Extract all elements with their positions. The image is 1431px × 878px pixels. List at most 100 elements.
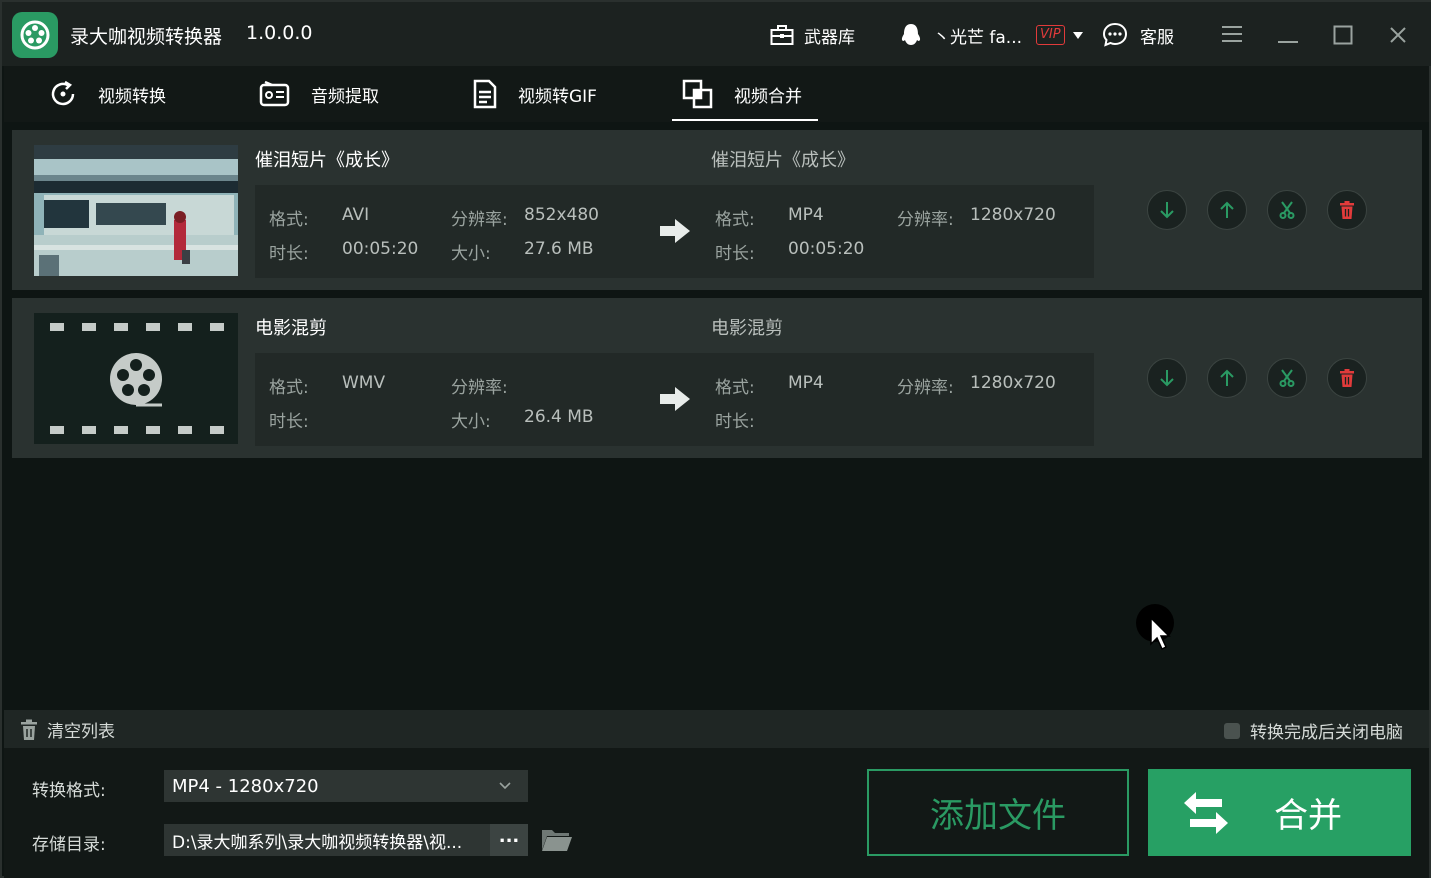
trash-icon (21, 719, 37, 740)
file-row[interactable]: 电影混剪 电影混剪 格式: WMV 分辨率: 时长: 大小: 26.4 MB 格… (12, 298, 1422, 458)
arrow-right-icon (660, 219, 690, 243)
output-dir-field[interactable]: D:\录大咖系列\录大咖视频转换器\视... (164, 824, 490, 856)
scissors-icon (1279, 201, 1295, 219)
film-placeholder-icon (34, 313, 238, 444)
format-label: 格式: (715, 210, 755, 230)
audio-extract-icon (259, 80, 290, 107)
output-resolution: 1280x720 (970, 373, 1056, 393)
output-format-value: MP4 - 1280x720 (172, 775, 319, 797)
output-dir-label: 存储目录: (32, 835, 106, 855)
output-format: MP4 (788, 205, 824, 225)
tab-label: 音频提取 (311, 86, 379, 107)
source-size: 26.4 MB (524, 407, 594, 427)
source-file-name: 电影混剪 (255, 318, 327, 339)
move-down-button[interactable] (1147, 358, 1187, 398)
clear-list-button[interactable]: 清空列表 (20, 717, 115, 742)
dropdown-caret-icon (1072, 31, 1083, 39)
duration-label: 时长: (269, 244, 309, 264)
app-logo (12, 12, 58, 58)
add-files-label: 添加文件 (930, 796, 1066, 836)
resolution-label: 分辨率: (897, 378, 954, 398)
vip-badge: VIP (1036, 25, 1065, 45)
cut-button[interactable] (1267, 190, 1307, 230)
source-duration: 00:05:20 (342, 239, 419, 259)
output-format-label: 转换格式: (32, 781, 106, 801)
close-icon[interactable] (1389, 26, 1407, 44)
arrow-right-icon (660, 387, 690, 411)
file-row[interactable]: 催泪短片《成长》 催泪短片《成长》 格式: AVI 分辨率: 852x480 时… (12, 130, 1422, 290)
chevron-down-icon (499, 782, 511, 790)
tab-audio-extract[interactable]: 音频提取 (259, 66, 379, 122)
support-button[interactable]: 客服 (1102, 20, 1174, 50)
tab-video-merge[interactable]: 视频合并 (672, 66, 818, 122)
merge-button[interactable]: 合并 (1148, 769, 1411, 856)
duration-label: 时长: (715, 412, 755, 432)
convert-icon (51, 80, 75, 106)
move-up-button[interactable] (1207, 190, 1247, 230)
duration-label: 时长: (269, 412, 309, 432)
video-thumbnail (34, 145, 238, 276)
output-dir-value: D:\录大咖系列\录大咖视频转换器\视... (172, 832, 463, 853)
resolution-label: 分辨率: (451, 210, 508, 230)
maximize-icon[interactable] (1333, 25, 1353, 45)
move-down-button[interactable] (1147, 190, 1187, 230)
delete-button[interactable] (1327, 190, 1367, 230)
duration-label: 时长: (715, 244, 755, 264)
move-up-button[interactable] (1207, 358, 1247, 398)
title-bar: 录大咖视频转换器 1.0.0.0 武器库 丶光芒 fa... VIP 客服 (2, 2, 1431, 66)
tab-video-convert[interactable]: 视频转换 (48, 66, 166, 122)
file-info-panel: 格式: WMV 分辨率: 时长: 大小: 26.4 MB 格式: MP4 分辨率… (255, 353, 1094, 446)
arrow-up-icon (1220, 201, 1234, 218)
scissors-icon (1279, 369, 1295, 387)
clear-list-label: 清空列表 (47, 722, 115, 742)
format-label: 格式: (269, 378, 309, 398)
tab-video-to-gif[interactable]: 视频转GIF (472, 66, 597, 122)
user-name: 丶光芒 fa... (933, 27, 1023, 48)
add-files-button[interactable]: 添加文件 (867, 769, 1129, 856)
video-thumbnail-image (34, 145, 238, 276)
source-format: WMV (342, 373, 386, 393)
menu-icon[interactable] (1221, 25, 1243, 43)
merge-icon (682, 79, 713, 109)
resolution-label: 分辨率: (451, 378, 508, 398)
format-label: 格式: (715, 378, 755, 398)
video-thumbnail (34, 313, 238, 444)
qq-penguin-icon (901, 24, 921, 45)
output-settings-panel: 转换格式: MP4 - 1280x720 存储目录: D:\录大咖系列\录大咖视… (4, 748, 1429, 878)
arrow-down-icon (1160, 202, 1174, 219)
film-reel-logo-icon (20, 20, 50, 50)
arrow-up-icon (1220, 369, 1234, 386)
output-format-select[interactable]: MP4 - 1280x720 (164, 770, 528, 802)
browse-dir-button[interactable]: ... (490, 824, 528, 856)
delete-button[interactable] (1327, 358, 1367, 398)
app-title: 录大咖视频转换器 (70, 26, 223, 48)
trash-icon (1340, 369, 1354, 387)
app-version: 1.0.0.0 (246, 22, 313, 44)
size-label: 大小: (451, 244, 491, 264)
swap-arrows-icon (1184, 791, 1228, 834)
source-file-name: 催泪短片《成长》 (255, 150, 399, 171)
mouse-cursor-icon (1136, 604, 1174, 651)
output-format: MP4 (788, 373, 824, 393)
source-format: AVI (342, 205, 370, 225)
cut-button[interactable] (1267, 358, 1307, 398)
output-duration: 00:05:20 (788, 239, 865, 259)
chat-bubble-icon (1102, 22, 1128, 47)
size-label: 大小: (451, 412, 491, 432)
resolution-label: 分辨率: (897, 210, 954, 230)
minimize-icon[interactable] (1277, 32, 1299, 44)
file-info-panel: 格式: AVI 分辨率: 852x480 时长: 00:05:20 大小: 27… (255, 185, 1094, 278)
app-window: 录大咖视频转换器 1.0.0.0 武器库 丶光芒 fa... VIP 客服 视频… (0, 0, 1431, 878)
user-account-menu[interactable]: 丶光芒 fa... VIP (899, 20, 1083, 50)
trash-icon (1340, 201, 1354, 219)
output-file-name: 电影混剪 (711, 318, 783, 339)
checkbox[interactable] (1224, 722, 1240, 739)
output-resolution: 1280x720 (970, 205, 1056, 225)
shutdown-after-convert-checkbox[interactable]: 转换完成后关闭电脑 (1224, 718, 1403, 743)
output-file-name: 催泪短片《成长》 (711, 150, 855, 171)
shutdown-label: 转换完成后关闭电脑 (1250, 723, 1403, 743)
arsenal-button[interactable]: 武器库 (770, 20, 855, 50)
folder-icon[interactable] (541, 826, 573, 852)
support-label: 客服 (1140, 27, 1174, 48)
format-label: 格式: (269, 210, 309, 230)
